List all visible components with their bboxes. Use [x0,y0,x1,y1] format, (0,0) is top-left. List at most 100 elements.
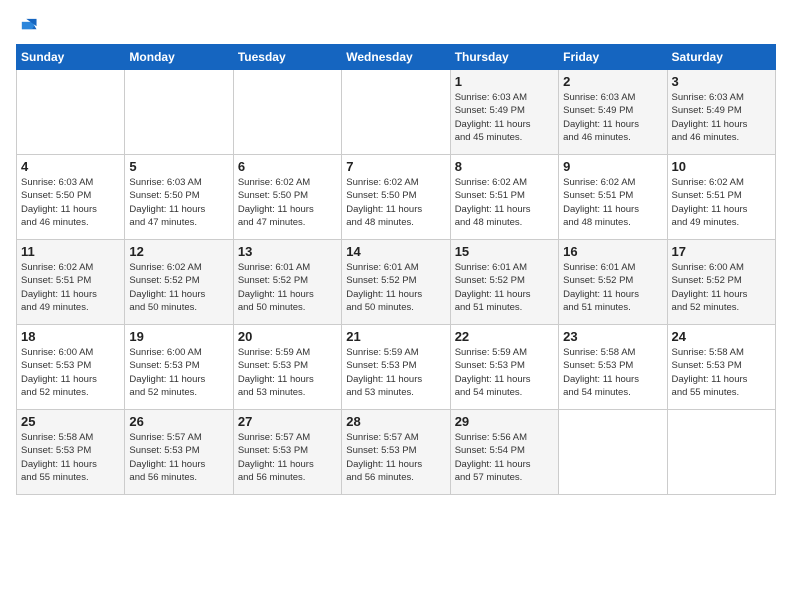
day-number: 22 [455,329,554,344]
day-info: Sunrise: 6:03 AM Sunset: 5:49 PM Dayligh… [563,91,662,144]
calendar-header: SundayMondayTuesdayWednesdayThursdayFrid… [17,45,776,70]
day-info: Sunrise: 6:00 AM Sunset: 5:53 PM Dayligh… [129,346,228,399]
calendar-cell [559,410,667,495]
calendar-cell: 5 Sunrise: 6:03 AM Sunset: 5:50 PM Daylig… [125,155,233,240]
calendar-cell: 27 Sunrise: 5:57 AM Sunset: 5:53 PM Dayli… [233,410,341,495]
day-number: 7 [346,159,445,174]
day-info: Sunrise: 6:03 AM Sunset: 5:49 PM Dayligh… [455,91,554,144]
calendar-cell: 13Sunrise: 6:01 AM Sunset: 5:52 PM Dayli… [233,240,341,325]
calendar-cell: 19 Sunrise: 6:00 AM Sunset: 5:53 PM Dayli… [125,325,233,410]
calendar-week-row: 25 Sunrise: 5:58 AM Sunset: 5:53 PM Dayli… [17,410,776,495]
day-number: 3 [672,74,771,89]
calendar-cell: 10 Sunrise: 6:02 AM Sunset: 5:51 PM Dayli… [667,155,775,240]
header [16,16,776,38]
calendar-cell [125,70,233,155]
day-number: 12 [129,244,228,259]
calendar-cell: 28 Sunrise: 5:57 AM Sunset: 5:53 PM Dayli… [342,410,450,495]
day-number: 21 [346,329,445,344]
calendar-cell: 24Sunrise: 5:58 AM Sunset: 5:53 PM Dayli… [667,325,775,410]
day-number: 17 [672,244,771,259]
day-number: 25 [21,414,120,429]
day-info: Sunrise: 6:02 AM Sunset: 5:52 PM Dayligh… [129,261,228,314]
day-number: 28 [346,414,445,429]
calendar-week-row: 1 Sunrise: 6:03 AM Sunset: 5:49 PM Daylig… [17,70,776,155]
calendar-cell: 26 Sunrise: 5:57 AM Sunset: 5:53 PM Dayli… [125,410,233,495]
calendar-cell: 11Sunrise: 6:02 AM Sunset: 5:51 PM Dayli… [17,240,125,325]
calendar-cell: 8Sunrise: 6:02 AM Sunset: 5:51 PM Daylig… [450,155,558,240]
calendar-cell: 9 Sunrise: 6:02 AM Sunset: 5:51 PM Daylig… [559,155,667,240]
weekday-header: Monday [125,45,233,70]
day-info: Sunrise: 5:57 AM Sunset: 5:53 PM Dayligh… [129,431,228,484]
day-number: 4 [21,159,120,174]
calendar-cell [233,70,341,155]
weekday-header: Thursday [450,45,558,70]
logo [16,16,42,38]
day-number: 2 [563,74,662,89]
day-number: 15 [455,244,554,259]
calendar-cell [17,70,125,155]
day-info: Sunrise: 6:00 AM Sunset: 5:52 PM Dayligh… [672,261,771,314]
day-number: 5 [129,159,228,174]
day-info: Sunrise: 5:59 AM Sunset: 5:53 PM Dayligh… [238,346,337,399]
calendar: SundayMondayTuesdayWednesdayThursdayFrid… [16,44,776,495]
day-info: Sunrise: 5:59 AM Sunset: 5:53 PM Dayligh… [346,346,445,399]
calendar-cell: 14 Sunrise: 6:01 AM Sunset: 5:52 PM Dayli… [342,240,450,325]
day-info: Sunrise: 6:02 AM Sunset: 5:51 PM Dayligh… [21,261,120,314]
day-info: Sunrise: 5:57 AM Sunset: 5:53 PM Dayligh… [346,431,445,484]
calendar-cell: 23 Sunrise: 5:58 AM Sunset: 5:53 PM Dayli… [559,325,667,410]
day-number: 13 [238,244,337,259]
calendar-cell: 20Sunrise: 5:59 AM Sunset: 5:53 PM Dayli… [233,325,341,410]
day-number: 1 [455,74,554,89]
day-info: Sunrise: 6:03 AM Sunset: 5:49 PM Dayligh… [672,91,771,144]
calendar-cell: 29 Sunrise: 5:56 AM Sunset: 5:54 PM Dayli… [450,410,558,495]
calendar-cell: 4Sunrise: 6:03 AM Sunset: 5:50 PM Daylig… [17,155,125,240]
day-number: 16 [563,244,662,259]
day-info: Sunrise: 6:00 AM Sunset: 5:53 PM Dayligh… [21,346,120,399]
calendar-cell: 17 Sunrise: 6:00 AM Sunset: 5:52 PM Dayli… [667,240,775,325]
weekday-header: Tuesday [233,45,341,70]
day-info: Sunrise: 5:59 AM Sunset: 5:53 PM Dayligh… [455,346,554,399]
day-info: Sunrise: 6:02 AM Sunset: 5:50 PM Dayligh… [238,176,337,229]
day-info: Sunrise: 6:03 AM Sunset: 5:50 PM Dayligh… [129,176,228,229]
calendar-cell: 3 Sunrise: 6:03 AM Sunset: 5:49 PM Daylig… [667,70,775,155]
calendar-cell: 21 Sunrise: 5:59 AM Sunset: 5:53 PM Dayli… [342,325,450,410]
day-number: 26 [129,414,228,429]
day-number: 23 [563,329,662,344]
calendar-cell [667,410,775,495]
weekday-header: Wednesday [342,45,450,70]
day-info: Sunrise: 6:01 AM Sunset: 5:52 PM Dayligh… [346,261,445,314]
calendar-week-row: 4 Sunrise: 6:03 AM Sunset: 5:50 PM Daylig… [17,155,776,240]
day-number: 27 [238,414,337,429]
calendar-cell: 2 Sunrise: 6:03 AM Sunset: 5:49 PM Daylig… [559,70,667,155]
calendar-week-row: 11Sunrise: 6:02 AM Sunset: 5:51 PM Dayli… [17,240,776,325]
day-info: Sunrise: 5:58 AM Sunset: 5:53 PM Dayligh… [563,346,662,399]
calendar-cell: 12 Sunrise: 6:02 AM Sunset: 5:52 PM Dayli… [125,240,233,325]
calendar-cell [342,70,450,155]
weekday-header: Friday [559,45,667,70]
calendar-cell: 16 Sunrise: 6:01 AM Sunset: 5:52 PM Dayli… [559,240,667,325]
day-info: Sunrise: 6:01 AM Sunset: 5:52 PM Dayligh… [563,261,662,314]
weekday-header: Sunday [17,45,125,70]
day-number: 9 [563,159,662,174]
day-number: 18 [21,329,120,344]
logo-icon [16,16,38,38]
calendar-cell: 6Sunrise: 6:02 AM Sunset: 5:50 PM Daylig… [233,155,341,240]
day-number: 29 [455,414,554,429]
weekday-header: Saturday [667,45,775,70]
calendar-cell: 7 Sunrise: 6:02 AM Sunset: 5:50 PM Daylig… [342,155,450,240]
day-info: Sunrise: 5:58 AM Sunset: 5:53 PM Dayligh… [21,431,120,484]
day-number: 19 [129,329,228,344]
day-number: 14 [346,244,445,259]
day-info: Sunrise: 6:02 AM Sunset: 5:51 PM Dayligh… [672,176,771,229]
day-info: Sunrise: 5:57 AM Sunset: 5:53 PM Dayligh… [238,431,337,484]
calendar-week-row: 18 Sunrise: 6:00 AM Sunset: 5:53 PM Dayli… [17,325,776,410]
day-info: Sunrise: 5:58 AM Sunset: 5:53 PM Dayligh… [672,346,771,399]
day-number: 10 [672,159,771,174]
day-info: Sunrise: 6:02 AM Sunset: 5:50 PM Dayligh… [346,176,445,229]
calendar-body: 1 Sunrise: 6:03 AM Sunset: 5:49 PM Daylig… [17,70,776,495]
day-info: Sunrise: 5:56 AM Sunset: 5:54 PM Dayligh… [455,431,554,484]
calendar-cell: 22 Sunrise: 5:59 AM Sunset: 5:53 PM Dayli… [450,325,558,410]
day-number: 8 [455,159,554,174]
day-info: Sunrise: 6:01 AM Sunset: 5:52 PM Dayligh… [455,261,554,314]
day-info: Sunrise: 6:02 AM Sunset: 5:51 PM Dayligh… [563,176,662,229]
